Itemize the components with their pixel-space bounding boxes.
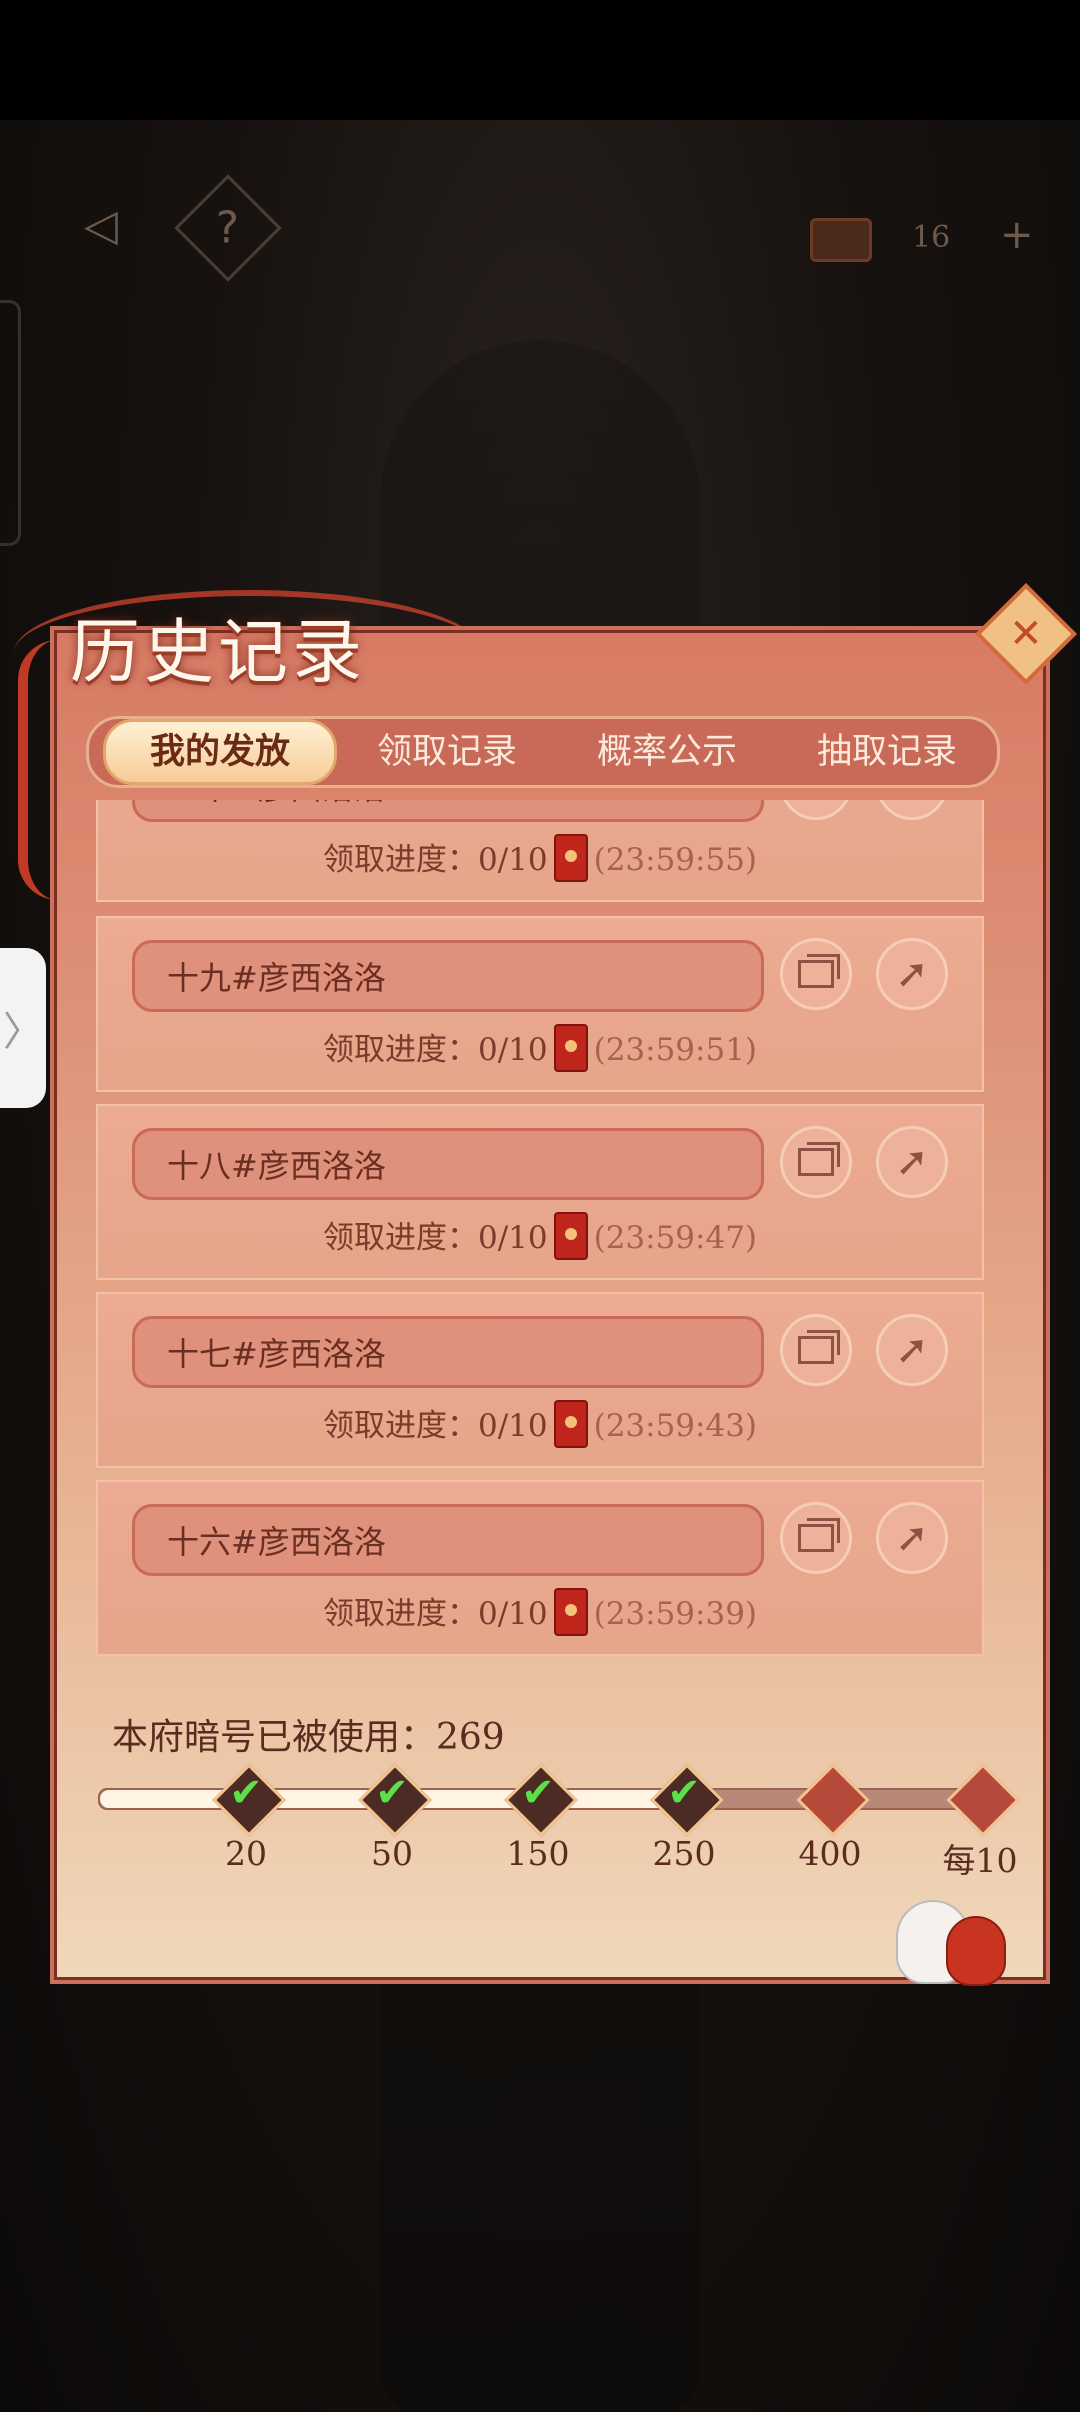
progress-value: 0/10 bbox=[477, 1220, 548, 1256]
red-envelope-icon bbox=[553, 1399, 588, 1448]
tab-bar: 我的发放 领取记录 概率公示 抽取记录 bbox=[86, 716, 1000, 788]
usage-count-label: 本府暗号已被使用：269 bbox=[112, 1717, 505, 1758]
record-name-pill: 二十#彦西洛洛 bbox=[132, 800, 764, 822]
help-icon: ? bbox=[216, 202, 240, 254]
token-count: 16 bbox=[912, 220, 951, 255]
record-time: (23:59:39) bbox=[593, 1596, 758, 1632]
copy-button[interactable] bbox=[780, 1502, 852, 1574]
copy-icon bbox=[798, 1330, 840, 1364]
record-card: 二十#彦西洛洛 ➚ 领取进度：0/10 (23:59:55) bbox=[96, 800, 984, 902]
record-time: (23:59:51) bbox=[593, 1032, 758, 1068]
progress-label: 领取进度： bbox=[322, 1032, 478, 1068]
copy-button[interactable] bbox=[780, 938, 852, 1010]
claim-progress: 领取进度：0/10 (23:59:39) bbox=[98, 1587, 982, 1640]
record-name-pill: 十九#彦西洛洛 bbox=[132, 940, 764, 1012]
record-time: (23:59:47) bbox=[593, 1220, 758, 1256]
milestone-label: 20 bbox=[225, 1834, 267, 1873]
record-name: 十九#彦西洛洛 bbox=[167, 959, 386, 997]
share-icon: ➚ bbox=[895, 951, 929, 997]
close-icon: ✕ bbox=[1009, 610, 1043, 657]
checkmark-icon: ✔ bbox=[521, 1770, 555, 1816]
claim-progress: 领取进度：0/10 (23:59:47) bbox=[98, 1211, 982, 1264]
copy-icon bbox=[798, 1518, 840, 1552]
claim-progress: 领取进度：0/10 (23:59:51) bbox=[98, 1023, 982, 1076]
record-name-pill: 十八#彦西洛洛 bbox=[132, 1128, 764, 1200]
checkmark-icon: ✔ bbox=[229, 1770, 263, 1816]
share-button[interactable]: ➚ bbox=[876, 1314, 948, 1386]
record-time: (23:59:43) bbox=[593, 1408, 758, 1444]
chest-icon bbox=[810, 218, 872, 262]
record-name: 十六#彦西洛洛 bbox=[167, 1523, 386, 1561]
claim-progress: 领取进度：0/10 (23:59:43) bbox=[98, 1399, 982, 1452]
progress-label: 领取进度： bbox=[322, 1220, 478, 1256]
status-bar bbox=[0, 0, 1080, 120]
progress-label: 领取进度： bbox=[322, 1408, 478, 1444]
milestone-label: 250 bbox=[652, 1834, 716, 1873]
progress-value: 0/10 bbox=[477, 1032, 548, 1068]
share-button[interactable]: ➚ bbox=[876, 1502, 948, 1574]
share-button[interactable]: ➚ bbox=[876, 938, 948, 1010]
milestone-label: 50 bbox=[371, 1834, 413, 1873]
copy-button[interactable] bbox=[780, 1314, 852, 1386]
record-name: 二十#彦西洛洛 bbox=[167, 800, 386, 809]
record-list[interactable]: 二十#彦西洛洛 ➚ 领取进度：0/10(23:59:55) 十九#彦西洛洛 ➚ … bbox=[96, 800, 984, 1680]
record-name-pill: 十七#彦西洛洛 bbox=[132, 1316, 764, 1388]
record-name-pill: 十六#彦西洛洛 bbox=[132, 1504, 764, 1576]
red-envelope-icon bbox=[553, 1587, 588, 1636]
progress-label: 领取进度： bbox=[322, 842, 478, 878]
side-drawer-handle[interactable] bbox=[0, 300, 21, 546]
milestone-label: 150 bbox=[506, 1834, 570, 1873]
milestone-label: 400 bbox=[798, 1834, 862, 1873]
back-arrow-icon[interactable]: ◁ bbox=[66, 190, 136, 260]
share-button[interactable]: ➚ bbox=[876, 1126, 948, 1198]
share-button[interactable]: ➚ bbox=[876, 800, 948, 820]
lucky-bag-icon[interactable] bbox=[946, 1916, 1006, 1986]
checkmark-icon: ✔ bbox=[667, 1770, 701, 1816]
claim-progress: 领取进度：0/10 (23:59:55) bbox=[98, 833, 982, 886]
share-icon: ➚ bbox=[895, 800, 929, 807]
copy-button[interactable] bbox=[780, 1126, 852, 1198]
add-token-button[interactable]: + bbox=[1000, 212, 1034, 258]
record-card: 十八#彦西洛洛 ➚ 领取进度：0/10 (23:59:47) bbox=[96, 1104, 984, 1280]
expand-side-panel-button[interactable]: 〉 bbox=[0, 948, 46, 1108]
red-envelope-icon bbox=[553, 1023, 588, 1072]
red-envelope-icon bbox=[553, 1211, 588, 1260]
progress-value: 0/10 bbox=[477, 1408, 548, 1444]
record-name: 十七#彦西洛洛 bbox=[167, 1335, 386, 1373]
progress-value: 0/10 bbox=[477, 1596, 548, 1632]
progress-value: 0/10 bbox=[477, 842, 548, 878]
record-card: 十七#彦西洛洛 ➚ 领取进度：0/10 (23:59:43) bbox=[96, 1292, 984, 1468]
copy-icon bbox=[798, 1142, 840, 1176]
record-card: 十六#彦西洛洛 ➚ 领取进度：0/10 (23:59:39) bbox=[96, 1480, 984, 1656]
tab-my-issued[interactable]: 我的发放 bbox=[103, 719, 337, 785]
modal-title: 历史记录 bbox=[70, 611, 366, 693]
checkmark-icon: ✔ bbox=[375, 1770, 409, 1816]
red-envelope-icon bbox=[553, 833, 588, 882]
tab-draw-records[interactable]: 抽取记录 bbox=[777, 722, 997, 782]
copy-button[interactable] bbox=[780, 800, 852, 820]
tab-probability[interactable]: 概率公示 bbox=[557, 722, 777, 782]
record-time: (23:59:55) bbox=[593, 842, 758, 878]
share-icon: ➚ bbox=[895, 1139, 929, 1185]
share-icon: ➚ bbox=[895, 1327, 929, 1373]
share-icon: ➚ bbox=[895, 1515, 929, 1561]
copy-icon bbox=[798, 954, 840, 988]
progress-label: 领取进度： bbox=[322, 1596, 478, 1632]
record-name: 十八#彦西洛洛 bbox=[167, 1147, 386, 1185]
milestone-label: 每10 bbox=[942, 1841, 1018, 1880]
record-card: 十九#彦西洛洛 ➚ 领取进度：0/10 (23:59:51) bbox=[96, 916, 984, 1092]
tab-claim-records[interactable]: 领取记录 bbox=[337, 722, 557, 782]
